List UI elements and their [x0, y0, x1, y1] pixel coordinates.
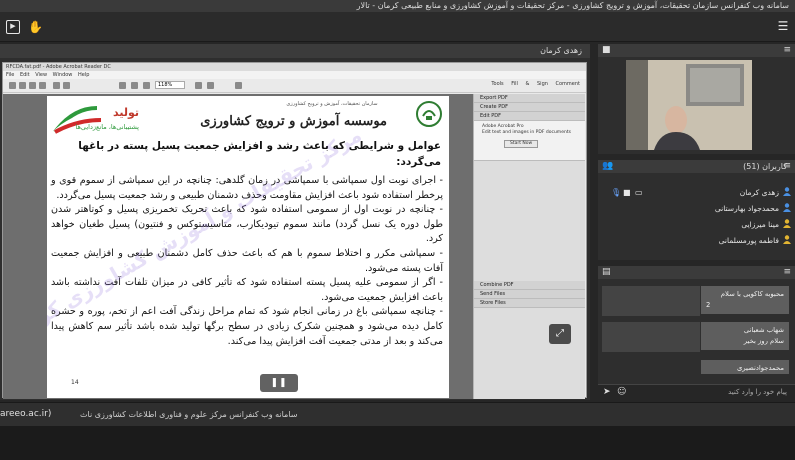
zoom-in-icon — [131, 82, 138, 89]
acrobat-menu: File Edit View Window Help — [3, 71, 586, 79]
chat-text: سلام روز بخیر — [743, 337, 784, 345]
meeting-room: سامانه وب کنفرانس سازمان تحقیقات، آموزش … — [0, 0, 795, 460]
tool-export-pdf[interactable]: Export PDF — [474, 94, 585, 103]
share-screen-icon[interactable]: ▶ — [6, 20, 20, 34]
chat-blurred-message — [602, 322, 700, 352]
chat-message: محمدجوادنصیری — [701, 360, 789, 374]
zoom-out-icon — [119, 82, 126, 89]
start-now-button[interactable]: Start Now — [504, 140, 539, 148]
mail-icon — [39, 82, 46, 89]
jahad-logo-icon — [416, 101, 442, 127]
acrobat-tabs: Tools Fill & Sign Comment — [491, 81, 580, 87]
window-title: سامانه وب کنفرانس سازمان تحقیقات، آموزش … — [0, 0, 795, 12]
chat-pod: ▤ ≡ محبوبه کاکویی با سلام 2 شهاب شعبانی … — [598, 266, 795, 400]
chat-text: با سلام — [720, 290, 741, 298]
pod-menu-icon[interactable]: ≡ — [783, 45, 791, 55]
prev-page-icon — [53, 82, 60, 89]
doc-paragraph: - سمپاشی مکرر و اختلاط سموم با هم که باع… — [51, 247, 443, 274]
chat-pod-bar: ▤ ≡ — [598, 266, 795, 279]
chat-extra: 2 — [706, 301, 711, 309]
read-icon — [207, 82, 214, 89]
share-pod: زهدی کرمان RFCDA.fat.pdf - Adobe Acrobat… — [0, 44, 590, 400]
acrobat-titlebar: RFCDA.fat.pdf - Adobe Acrobat Reader DC — [3, 63, 586, 71]
document-area: سازمان تحقیقات، آموزش و ترویج کشاورزی مو… — [3, 94, 473, 399]
org-main-title: موسسه آموزش و ترویج کشاورزی — [200, 114, 387, 129]
send-icon[interactable]: ➤ — [603, 387, 611, 397]
user-icon — [783, 187, 791, 196]
camera-icon: ■ — [602, 45, 611, 55]
acrobat-window: RFCDA.fat.pdf - Adobe Acrobat Reader DC … — [2, 62, 587, 399]
camera-pod: ■ ≡ — [598, 44, 795, 154]
site-url: areeo.ac.ir) — [0, 409, 52, 419]
doc-paragraph: - چنانچه در نوبت اول از سمومی استفاده شو… — [51, 204, 443, 245]
raise-hand-icon[interactable]: ✋ — [28, 20, 43, 34]
chat-message: شهاب شعبانی سلام روز بخیر — [701, 322, 789, 350]
tool-combine-pdf[interactable]: Combine PDF — [474, 281, 585, 290]
emoji-icon[interactable]: ☺ — [617, 387, 626, 397]
brand-subtitle: پشتیبانی‌ها، مانع‌زدایی‌ها — [76, 123, 140, 131]
pdf-page: سازمان تحقیقات، آموزش و ترویج کشاورزی مو… — [47, 96, 449, 398]
tool-edit-pdf[interactable]: Edit PDF — [474, 112, 585, 121]
chat-blurred-message — [602, 286, 700, 316]
attendee-pod: 👥 ≡ کاربران (51) زهدی کرمان 🎙 ■ ▭ محمدجو… — [598, 160, 795, 260]
pause-share-button[interactable]: ❚❚ — [260, 374, 298, 392]
save-icon — [19, 82, 26, 89]
camera-on-icon: ■ — [623, 188, 631, 197]
open-icon — [9, 82, 16, 89]
acrobat-tools-panel: Export PDF Create PDF Edit PDF Adobe Acr… — [473, 94, 585, 399]
user-icon — [783, 203, 791, 212]
attendee-row[interactable]: زهدی کرمان 🎙 ■ ▭ — [601, 186, 791, 200]
print-icon — [29, 82, 36, 89]
people-icon: 👥 — [602, 161, 614, 171]
attendee-row[interactable]: مینا میرزایی — [601, 218, 791, 232]
camera-pod-bar: ■ ≡ — [598, 44, 795, 57]
doc-paragraph: - اجرای نوبت اول سمپاشی با سمپاشی در زما… — [51, 175, 443, 201]
attendee-row[interactable]: فاطمه پورمسلمانی — [601, 234, 791, 248]
acrobat-pro-desc: Edit text and images in PDF documents — [482, 130, 571, 135]
chat-input-bar: ➤ ☺ پیام خود را وارد کنید — [598, 384, 795, 400]
chat-sender: شهاب شعبانی — [743, 326, 784, 334]
doc-paragraph: - چنانچه سمپاشی باغ در زمانی انجام شود ک… — [51, 306, 443, 347]
doc-heading: عوامل و شرایطی که باعث رشد و افزایش جمعی… — [78, 140, 441, 168]
tool-store-files[interactable]: Store Files — [474, 299, 585, 308]
screen-share-icon: ▭ — [635, 188, 643, 197]
next-page-icon — [63, 82, 70, 89]
brand-title: تولید — [113, 106, 139, 119]
top-toolbar: ▶ ✋ ☰ — [0, 12, 795, 42]
attendee-name: محمدجواد بهارستانی — [714, 204, 779, 213]
fullscreen-button[interactable]: ⤢ — [549, 324, 571, 344]
chat-message: محبوبه کاکویی با سلام 2 — [701, 286, 789, 314]
bottom-bar: areeo.ac.ir) سامانه وب کنفرانس مرکز علوم… — [0, 402, 795, 426]
chat-sender: محبوبه کاکویی — [743, 290, 784, 298]
webcam-video — [626, 60, 752, 150]
attendee-name: زهدی کرمان — [739, 188, 779, 197]
flag-brand-logo-icon: تولید پشتیبانی‌ها، مانع‌زدایی‌ها — [53, 106, 140, 134]
org-small-title: سازمان تحقیقات، آموزش و ترویج کشاورزی — [286, 101, 378, 107]
chat-input[interactable]: پیام خود را وارد کنید — [728, 388, 787, 396]
doc-body: - اجرای نوبت اول سمپاشی با سمپاشی در زما… — [51, 174, 443, 349]
sign-icon — [235, 82, 242, 89]
pod-menu-icon[interactable]: ≡ — [783, 267, 791, 277]
menu-icon[interactable]: ☰ — [775, 19, 791, 35]
tool-send-files[interactable]: Send Files — [474, 290, 585, 299]
chat-sender: محمدجوادنصیری — [736, 364, 784, 372]
mic-icon: 🎙 — [611, 188, 622, 197]
user-icon — [783, 235, 791, 244]
attendee-name: مینا میرزایی — [741, 220, 779, 229]
page-number: 14 — [71, 379, 79, 386]
footer-org: سامانه وب کنفرانس مرکز علوم و فناوری اطل… — [80, 410, 298, 419]
doc-paragraph: - اگر از سمومی علیه پسیل پسته استفاده شو… — [51, 277, 443, 303]
user-icon — [783, 219, 791, 228]
tool-create-pdf[interactable]: Create PDF — [474, 103, 585, 112]
share-pod-title: زهدی کرمان — [0, 44, 590, 58]
fit-icon — [195, 82, 202, 89]
select-icon — [143, 82, 150, 89]
attendee-name: فاطمه پورمسلمانی — [718, 236, 779, 245]
attendee-count: کاربران (51) — [743, 162, 787, 171]
attendee-row[interactable]: محمدجواد بهارستانی — [601, 202, 791, 216]
taskbar-area — [0, 426, 795, 460]
chat-icon: ▤ — [602, 267, 611, 277]
acrobat-pro-promo: Adobe Acrobat Pro Edit text and images i… — [474, 121, 585, 161]
zoom-field: 118% — [155, 81, 185, 89]
